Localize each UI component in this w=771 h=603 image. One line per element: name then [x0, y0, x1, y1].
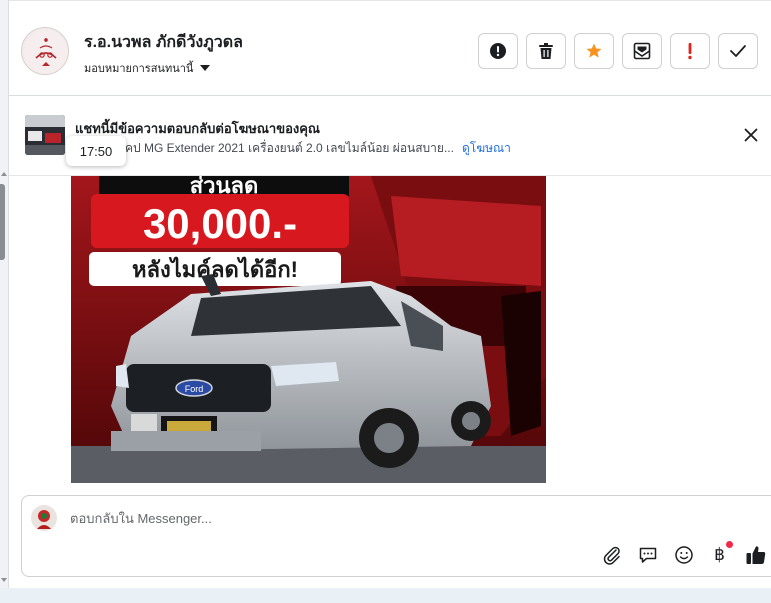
- page-avatar: [31, 505, 57, 531]
- baht-icon: ฿: [714, 544, 725, 565]
- message-composer: ฿: [21, 495, 771, 577]
- ad-thumbnail[interactable]: [25, 115, 65, 155]
- emoji-icon: [674, 545, 693, 564]
- priority-icon: [688, 43, 692, 60]
- close-banner-button[interactable]: [741, 125, 761, 145]
- composer-tools: ฿: [600, 541, 767, 566]
- assign-conversation-dropdown[interactable]: มอบหมายการสนทนานี้: [84, 59, 211, 77]
- view-ad-link[interactable]: ดูโฆษณา: [462, 141, 511, 155]
- contact-avatar[interactable]: [21, 27, 69, 75]
- attach-icon: [603, 546, 620, 565]
- like-icon: [746, 545, 765, 564]
- star-button[interactable]: [574, 33, 614, 69]
- mark-unread-button[interactable]: [622, 33, 662, 69]
- scrollbar-thumb[interactable]: [0, 184, 5, 260]
- ad-banner-description: คป MG Extender 2021 เครื่องยนต์ 2.0 เลขไ…: [125, 139, 511, 158]
- priority-button[interactable]: [670, 33, 710, 69]
- like-button[interactable]: [744, 543, 767, 566]
- trash-icon: [539, 43, 553, 59]
- message-time-tooltip: 17:50: [66, 136, 126, 166]
- ad-image-message[interactable]: ส่วนลด 30,000.- หลังไมค์ลดได้อีก! Ford: [71, 176, 546, 483]
- emoji-button[interactable]: [672, 543, 695, 566]
- contact-name[interactable]: ร.อ.นวพล ภักดีวังภูวดล: [84, 30, 243, 55]
- saved-reply-icon: [639, 547, 656, 563]
- messenger-conversation-page: ร.อ.นวพล ภักดีวังภูวดล มอบหมายการสนทนานี…: [0, 0, 771, 603]
- delete-button[interactable]: [526, 33, 566, 69]
- ad-price-text: 30,000.-: [143, 200, 297, 247]
- attach-button[interactable]: [600, 543, 623, 566]
- showroom-thumbnail-icon: [25, 115, 65, 155]
- payment-button[interactable]: ฿: [708, 541, 733, 566]
- report-icon: [490, 43, 506, 59]
- conversation-toolbar: [478, 33, 758, 69]
- scroll-down-icon[interactable]: [1, 578, 7, 582]
- page-avatar-icon: [31, 505, 57, 531]
- report-button[interactable]: [478, 33, 518, 69]
- scroll-up-icon[interactable]: [1, 172, 7, 176]
- truck-ad-image: ส่วนลด 30,000.- หลังไมค์ลดได้อีก! Ford: [71, 176, 546, 483]
- saved-reply-button[interactable]: [636, 543, 659, 566]
- conversation-header: ร.อ.นวพล ภักดีวังภูวดล มอบหมายการสนทนานี…: [9, 0, 771, 96]
- reply-input[interactable]: [70, 511, 570, 526]
- bottom-strip: [0, 588, 771, 603]
- ad-description-text: คป MG Extender 2021 เครื่องยนต์ 2.0 เลขไ…: [125, 141, 454, 155]
- star-icon: [586, 43, 602, 58]
- assign-label: มอบหมายการสนทนานี้: [84, 63, 194, 75]
- caret-down-icon: [200, 65, 211, 71]
- notification-dot: [726, 541, 733, 548]
- seal-logo-icon: [24, 30, 68, 74]
- left-scrollbar[interactable]: [0, 0, 9, 603]
- mark-done-button[interactable]: [718, 33, 758, 69]
- ad-headline-2: หลังไมค์ลดได้อีก!: [132, 256, 298, 282]
- mark-unread-icon: [633, 42, 651, 60]
- close-icon: [744, 128, 758, 142]
- check-icon: [730, 45, 746, 57]
- ford-badge-text: Ford: [185, 384, 204, 394]
